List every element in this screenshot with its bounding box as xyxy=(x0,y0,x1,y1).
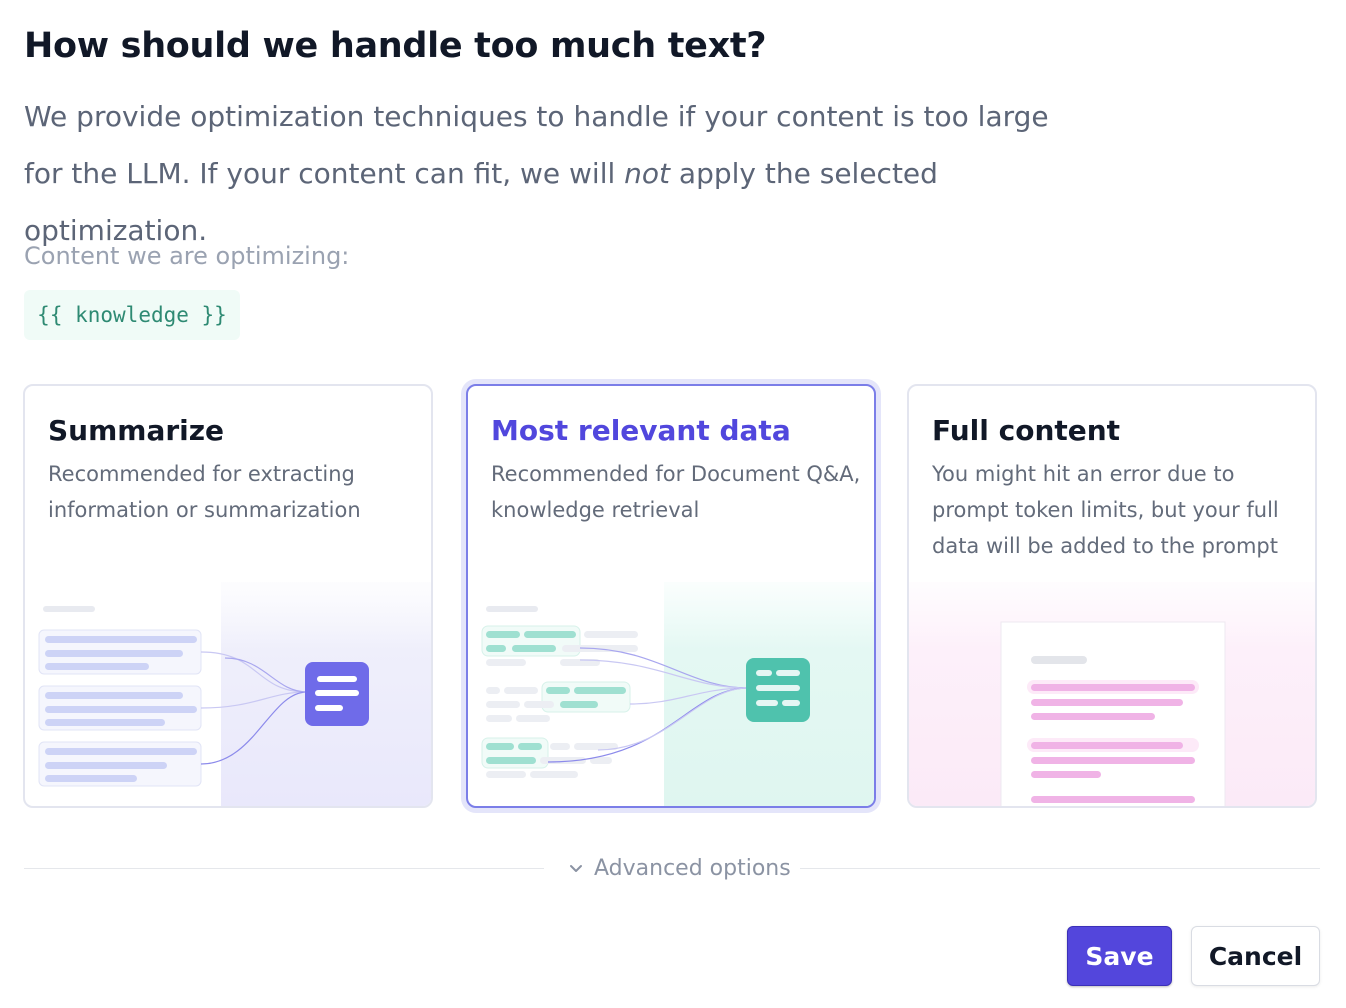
description-emphasis: not xyxy=(624,157,671,190)
save-button[interactable]: Save xyxy=(1067,926,1172,986)
option-card-summarize[interactable]: Summarize Recommended for extracting inf… xyxy=(23,384,433,808)
option-title: Full content xyxy=(932,414,1121,447)
divider-right xyxy=(800,868,1320,869)
content-label: Content we are optimizing: xyxy=(24,242,350,270)
most-relevant-illustration xyxy=(481,582,874,806)
advanced-options-row: Advanced options xyxy=(24,848,1320,888)
page-description: We provide optimization techniques to ha… xyxy=(24,88,1084,259)
divider-left xyxy=(24,868,544,869)
option-description: Recommended for extracting information o… xyxy=(48,462,361,522)
content-variable-chip: {{ knowledge }} xyxy=(24,290,240,340)
summarize-illustration xyxy=(38,582,431,806)
chevron-down-icon xyxy=(570,865,582,872)
advanced-options-toggle[interactable]: Advanced options xyxy=(564,852,795,884)
option-title: Most relevant data xyxy=(491,414,791,447)
option-card-full-content[interactable]: Full content You might hit an error due … xyxy=(907,384,1317,808)
page-title: How should we handle too much text? xyxy=(24,26,767,66)
option-description: Recommended for Document Q&A, knowledge … xyxy=(491,462,861,522)
full-content-illustration xyxy=(909,582,1315,806)
cancel-button[interactable]: Cancel xyxy=(1191,926,1320,986)
option-title: Summarize xyxy=(48,414,225,447)
option-description: You might hit an error due to prompt tok… xyxy=(932,462,1279,558)
advanced-options-label: Advanced options xyxy=(594,855,791,881)
option-card-most-relevant[interactable]: Most relevant data Recommended for Docum… xyxy=(466,384,876,808)
